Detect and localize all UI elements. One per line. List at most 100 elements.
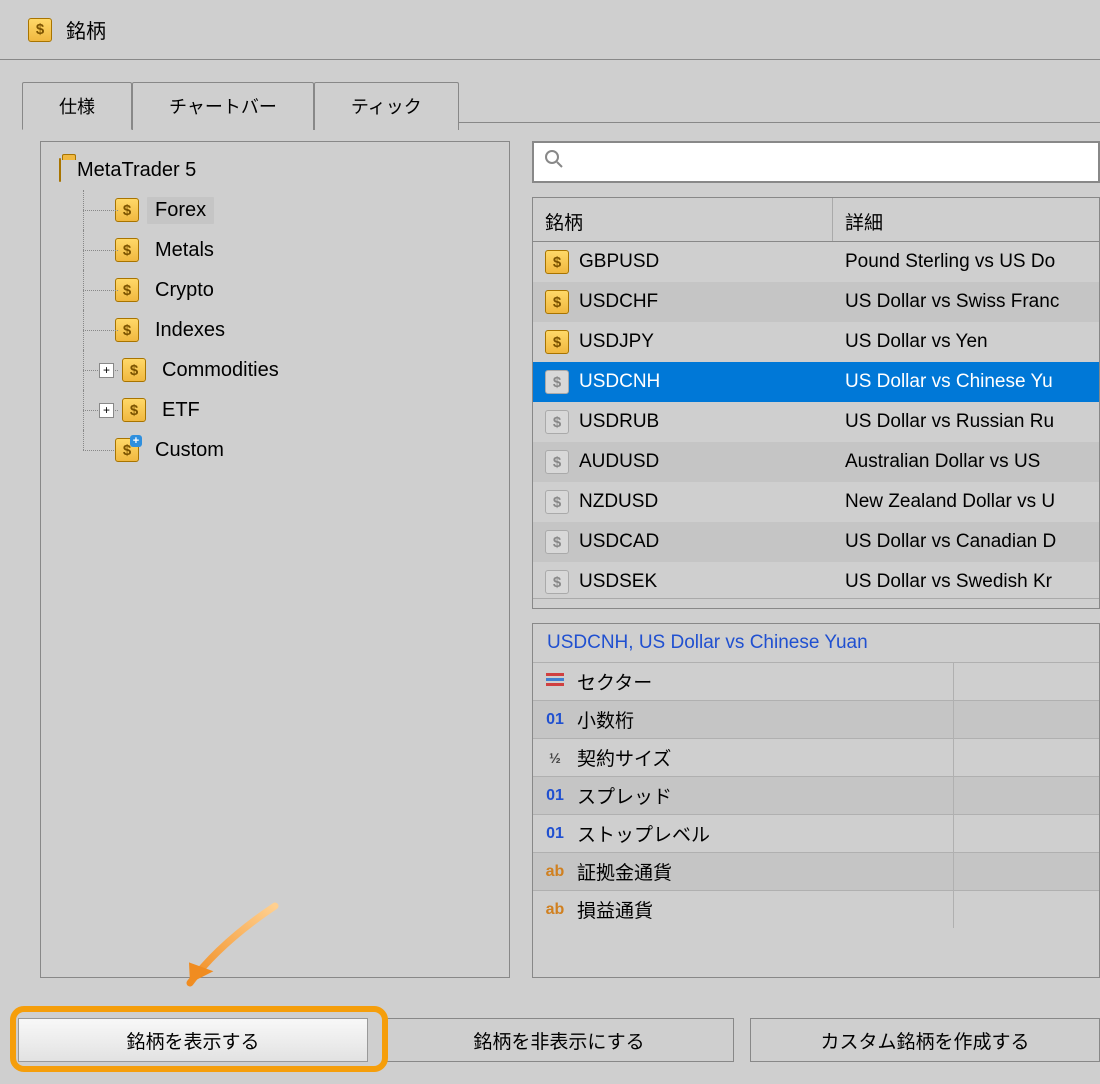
create-custom-button[interactable]: カスタム銘柄を作成する — [750, 1018, 1100, 1062]
tree-item-metals[interactable]: $ Metals — [45, 230, 505, 270]
symbol-cell: $USDCHF — [533, 290, 833, 314]
property-value — [953, 739, 1099, 776]
dollar-icon: $ — [122, 358, 146, 383]
tree-item-label: ETF — [154, 397, 208, 424]
properties-table: USDCNH, US Dollar vs Chinese Yuan セクター01… — [532, 623, 1100, 978]
detail-cell: New Zealand Dollar vs U — [833, 491, 1099, 513]
property-row[interactable]: ab証拠金通貨 — [533, 852, 1099, 890]
property-label: 損益通貨 — [573, 896, 953, 923]
detail-cell: US Dollar vs Russian Ru — [833, 411, 1099, 433]
property-row[interactable]: 01ストップレベル — [533, 814, 1099, 852]
symbol-cell: $GBPUSD — [533, 250, 833, 274]
property-value — [953, 891, 1099, 928]
property-type-icon: ab — [541, 901, 569, 919]
table-row[interactable]: $GBPUSDPound Sterling vs US Do — [533, 242, 1099, 282]
dollar-icon: $ — [115, 438, 139, 463]
dollar-icon: $ — [545, 370, 569, 394]
symbol-cell: $USDCAD — [533, 530, 833, 554]
property-row[interactable]: セクター — [533, 662, 1099, 700]
tree-item-indexes[interactable]: $ Indexes — [45, 310, 505, 350]
tree-item-label: Indexes — [147, 317, 233, 344]
right-panel: 銘柄 詳細 $GBPUSDPound Sterling vs US Do$USD… — [532, 141, 1100, 978]
dollar-icon: $ — [115, 318, 139, 343]
table-row[interactable]: $USDCNHUS Dollar vs Chinese Yu — [533, 362, 1099, 402]
property-label: スプレッド — [573, 782, 953, 809]
tree-root-label: MetaTrader 5 — [69, 157, 204, 184]
property-value — [953, 853, 1099, 890]
table-row[interactable]: $USDJPYUS Dollar vs Yen — [533, 322, 1099, 362]
properties-title: USDCNH, US Dollar vs Chinese Yuan — [533, 624, 1099, 662]
table-row[interactable]: $USDSEKUS Dollar vs Swedish Kr — [533, 562, 1099, 598]
search-box[interactable] — [532, 141, 1100, 183]
tree-item-label: Crypto — [147, 277, 222, 304]
dollar-icon: $ — [122, 398, 146, 423]
window-title: 銘柄 — [66, 15, 106, 44]
property-type-icon — [541, 670, 569, 693]
detail-cell: US Dollar vs Yen — [833, 331, 1099, 353]
show-symbol-button[interactable]: 銘柄を表示する — [18, 1018, 368, 1062]
tab-spec[interactable]: 仕様 — [22, 82, 132, 130]
tree-item-custom[interactable]: $ Custom — [45, 430, 505, 470]
tree-item-label: Custom — [147, 437, 232, 464]
property-row[interactable]: ab損益通貨 — [533, 890, 1099, 928]
tree-item-label: Forex — [147, 197, 214, 224]
property-type-icon: 01 — [541, 787, 569, 805]
dollar-icon: $ — [115, 238, 139, 263]
tree-item-label: Commodities — [154, 357, 287, 384]
property-row[interactable]: 01スプレッド — [533, 776, 1099, 814]
table-scrollbar[interactable] — [533, 598, 1099, 608]
tree-item-etf[interactable]: + $ ETF — [45, 390, 505, 430]
expand-button[interactable]: + — [99, 403, 114, 418]
dollar-icon: $ — [545, 410, 569, 434]
property-row[interactable]: 01小数桁 — [533, 700, 1099, 738]
tree-item-crypto[interactable]: $ Crypto — [45, 270, 505, 310]
detail-cell: US Dollar vs Swedish Kr — [833, 571, 1099, 593]
property-type-icon: ½ — [541, 750, 569, 766]
table-body: $GBPUSDPound Sterling vs US Do$USDCHFUS … — [533, 242, 1099, 598]
expand-button[interactable]: + — [99, 363, 114, 378]
symbol-cell: $USDCNH — [533, 370, 833, 394]
property-value — [953, 815, 1099, 852]
tab-body: MetaTrader 5 $Forex$Metals$Crypto$Indexe… — [22, 122, 1100, 996]
property-value — [953, 663, 1099, 700]
search-input[interactable] — [564, 152, 1088, 173]
symbol-cell: $NZDUSD — [533, 490, 833, 514]
dollar-icon: $ — [545, 450, 569, 474]
detail-cell: US Dollar vs Swiss Franc — [833, 291, 1099, 313]
property-label: セクター — [573, 668, 953, 695]
table-row[interactable]: $USDCHFUS Dollar vs Swiss Franc — [533, 282, 1099, 322]
property-value — [953, 777, 1099, 814]
symbol-cell: $USDRUB — [533, 410, 833, 434]
hide-symbol-button[interactable]: 銘柄を非表示にする — [384, 1018, 734, 1062]
table-row[interactable]: $USDCADUS Dollar vs Canadian D — [533, 522, 1099, 562]
main-area: 仕様 チャートバー ティック MetaTrader 5 $ Forex $ Metal… — [0, 60, 1100, 1084]
tab-chartbar[interactable]: チャートバー — [132, 82, 314, 130]
property-label: 契約サイズ — [573, 744, 953, 771]
detail-cell: US Dollar vs Chinese Yu — [833, 371, 1099, 393]
button-bar: 銘柄を表示する 銘柄を非表示にする カスタム銘柄を作成する — [18, 1018, 1100, 1062]
table-row[interactable]: $NZDUSDNew Zealand Dollar vs U — [533, 482, 1099, 522]
table-row[interactable]: $AUDUSDAustralian Dollar vs US — [533, 442, 1099, 482]
tab-tick[interactable]: ティック — [314, 82, 459, 130]
detail-cell: US Dollar vs Canadian D — [833, 531, 1099, 553]
symbol-cell: $AUDUSD — [533, 450, 833, 474]
column-detail-header[interactable]: 詳細 — [833, 198, 1099, 241]
property-label: 証拠金通貨 — [573, 858, 953, 885]
tree-panel: MetaTrader 5 $Forex$Metals$Crypto$Indexe… — [40, 141, 510, 978]
dollar-icon: $ — [115, 278, 139, 303]
tree-item-commodities[interactable]: + $ Commodities — [45, 350, 505, 390]
dollar-icon: $ — [545, 570, 569, 594]
property-type-icon: 01 — [541, 711, 569, 729]
tree-root[interactable]: MetaTrader 5 — [45, 150, 505, 190]
property-row[interactable]: ½契約サイズ — [533, 738, 1099, 776]
folder-icon — [59, 159, 61, 182]
symbol-cell: $USDSEK — [533, 570, 833, 594]
column-symbol-header[interactable]: 銘柄 — [533, 198, 833, 241]
table-row[interactable]: $USDRUBUS Dollar vs Russian Ru — [533, 402, 1099, 442]
tree-item-forex[interactable]: $ Forex — [45, 190, 505, 230]
symbol-tree: MetaTrader 5 $Forex$Metals$Crypto$Indexe… — [41, 142, 509, 478]
dollar-icon: $ — [545, 490, 569, 514]
property-label: ストップレベル — [573, 820, 953, 847]
dollar-icon: $ — [115, 198, 139, 223]
tree-item-label: Metals — [147, 237, 222, 264]
